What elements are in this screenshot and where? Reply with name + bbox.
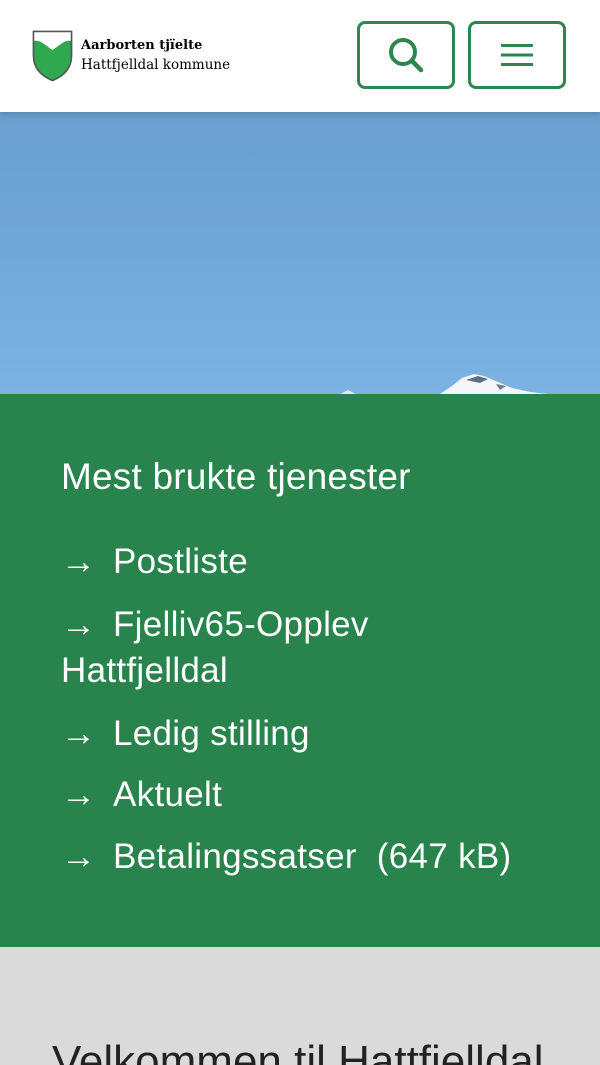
- file-size: (647 kB): [376, 837, 512, 876]
- menu-button[interactable]: [468, 21, 566, 89]
- arrow-right-icon: →: [61, 542, 97, 581]
- service-link-fjelliv65[interactable]: → Fjelliv65-Opplev Hattfjelldal: [61, 602, 541, 694]
- service-link-aktuelt[interactable]: → Aktuelt: [61, 772, 541, 818]
- site-header: Aarborten tjïelte Hattfjelldal kommune: [0, 0, 600, 112]
- mountain-peak-image: [340, 374, 548, 394]
- search-button[interactable]: [357, 21, 455, 89]
- welcome-section: Velkommen til Hattfjelldal: [0, 947, 600, 1065]
- service-link-postliste[interactable]: → Postliste: [61, 539, 541, 585]
- brand-name-south-sami: Aarborten tjïelte: [81, 38, 203, 53]
- service-link-label: Postliste: [113, 542, 248, 581]
- arrow-right-icon: →: [61, 775, 97, 814]
- welcome-title: Velkommen til Hattfjelldal: [52, 1037, 544, 1065]
- service-link-ledig-stilling[interactable]: → Ledig stilling: [61, 711, 541, 757]
- search-icon: [389, 38, 424, 73]
- coat-of-arms-logo: [32, 30, 73, 82]
- hamburger-menu-icon: [501, 44, 533, 66]
- service-link-betalingssatser[interactable]: → Betalingssatser (647 kB): [61, 834, 541, 880]
- most-used-services-title: Mest brukte tjenester: [61, 456, 411, 497]
- hero-image: [0, 112, 600, 394]
- service-link-label: Betalingssatser: [113, 837, 357, 876]
- arrow-right-icon: →: [61, 714, 97, 753]
- service-link-label: Ledig stilling: [113, 714, 310, 753]
- arrow-right-icon: →: [61, 605, 97, 644]
- arrow-right-icon: →: [61, 837, 97, 876]
- service-link-label: Aktuelt: [113, 775, 223, 814]
- brand-name: Hattfjelldal kommune: [81, 57, 231, 73]
